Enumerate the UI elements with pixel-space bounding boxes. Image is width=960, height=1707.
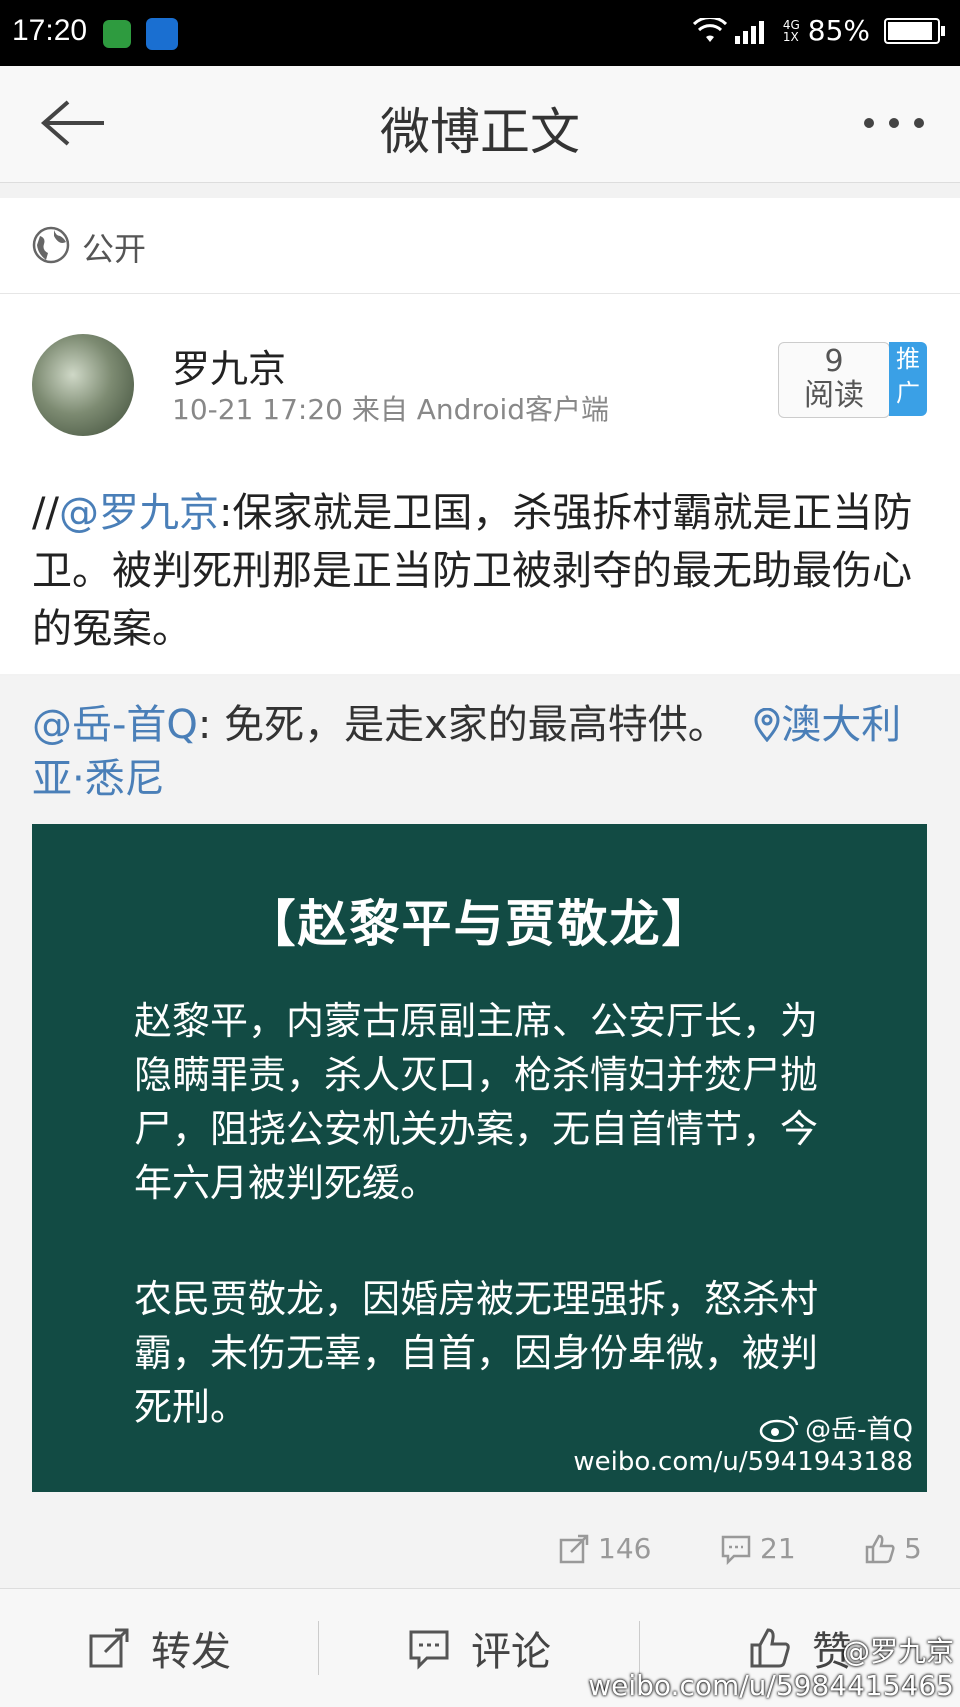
visibility-label: 公开 [82,230,147,268]
read-count: 9 [824,344,844,379]
image-title: 【赵黎平与贾敬龙】 [245,895,714,953]
repost-author-link[interactable]: @岳-首Q [32,702,198,748]
image-paragraph-2: 农民贾敬龙，因婚房被无理强拆，怒杀村霸，未伤无辜，自首，因身份卑微，被判死刑。 [134,1277,819,1429]
thumbs-up-icon [865,1534,895,1563]
watermark-url: weibo.com/u/5984415465 [588,1669,954,1702]
repost-count: 146 [598,1532,652,1565]
repost-button[interactable]: 转发 [0,1589,318,1707]
weibo-logo-icon [759,1415,799,1442]
comment-icon [721,1535,751,1565]
watermark-url: weibo.com/u/5941943188 [573,1447,913,1477]
comment-count-button[interactable]: 21 [720,1532,796,1565]
image-watermark: @岳-首Q weibo.com/u/5941943188 [573,1414,913,1478]
shield-icon [103,20,131,48]
comment-button-label: 评论 [471,1629,551,1675]
mention-link[interactable]: @罗九京 [59,490,219,536]
like-count: 5 [904,1532,922,1565]
comment-icon [409,1630,449,1670]
avatar[interactable] [32,334,134,436]
read-label: 阅读 [804,378,864,413]
bottom-action-bar: 转发 评论 赞 @罗九京 weibo.com/u/5984415465 [0,1588,960,1707]
post-image[interactable]: 【赵黎平与贾敬龙】 赵黎平，内蒙古原副主席、公安厅长，为隐瞒罪责，杀人灭口，枪杀… [32,824,927,1492]
location-pin-icon [754,708,780,742]
image-paragraph-1: 赵黎平，内蒙古原副主席、公安厅长，为隐瞒罪责，杀人灭口，枪杀情妇并焚尸抛尸，阻挠… [134,999,819,1205]
read-count-box: 9 阅读 [778,342,890,418]
repost-text: @岳-首Q: 免死，是走x家的最高特供。 澳大利亚·悉尼 [32,698,932,806]
post-text-prefix: // [32,490,59,536]
title-bar: 微博正文 [0,66,960,183]
comment-count: 21 [760,1532,796,1565]
page-title: 微博正文 [380,103,580,161]
author-name[interactable]: 罗九京 [172,338,286,393]
battery-icon [884,17,945,44]
network-type: 4G 1X [782,17,800,44]
repost-count-button[interactable]: 146 [558,1532,651,1565]
share-icon [89,1628,129,1668]
like-count-button[interactable]: 5 [864,1532,922,1565]
weibo-post: 罗九京 10-21 17:20 来自 Android客户端 9 阅读 推广 //… [0,294,960,674]
more-options-icon[interactable] [862,116,926,130]
screenshot-icon [146,18,178,50]
visibility-row: 公开 [0,198,960,294]
share-icon [559,1534,589,1563]
screenshot-watermark: @罗九京 weibo.com/u/5984415465 [588,1635,954,1703]
repost-text-body: : 免死，是走x家的最高特供。 [197,702,728,748]
repost-actions: 146 21 5 [0,1532,960,1572]
status-time: 17:20 [12,14,88,47]
promote-button[interactable]: 推广 [889,342,927,416]
battery-percent: 85% [807,14,870,47]
repost-card[interactable]: @岳-首Q: 免死，是走x家的最高特供。 澳大利亚·悉尼 【赵黎平与贾敬龙】 赵… [0,676,960,1588]
signal-icon [734,20,764,44]
globe-icon [32,226,70,264]
status-right: 4G 1X 85% [692,14,945,47]
watermark-user: @罗九京 [841,1635,954,1668]
post-text: //@罗九京:保家就是卫国，杀强拆村霸就是正当防卫。被判死刑那是正当防卫被剥夺的… [32,484,932,658]
wifi-icon [692,17,727,42]
repost-button-label: 转发 [151,1629,231,1675]
status-bar: 17:20 4G 1X 85% [0,0,960,66]
post-meta: 10-21 17:20 来自 Android客户端 [172,393,610,426]
watermark-user: @岳-首Q [805,1415,913,1445]
